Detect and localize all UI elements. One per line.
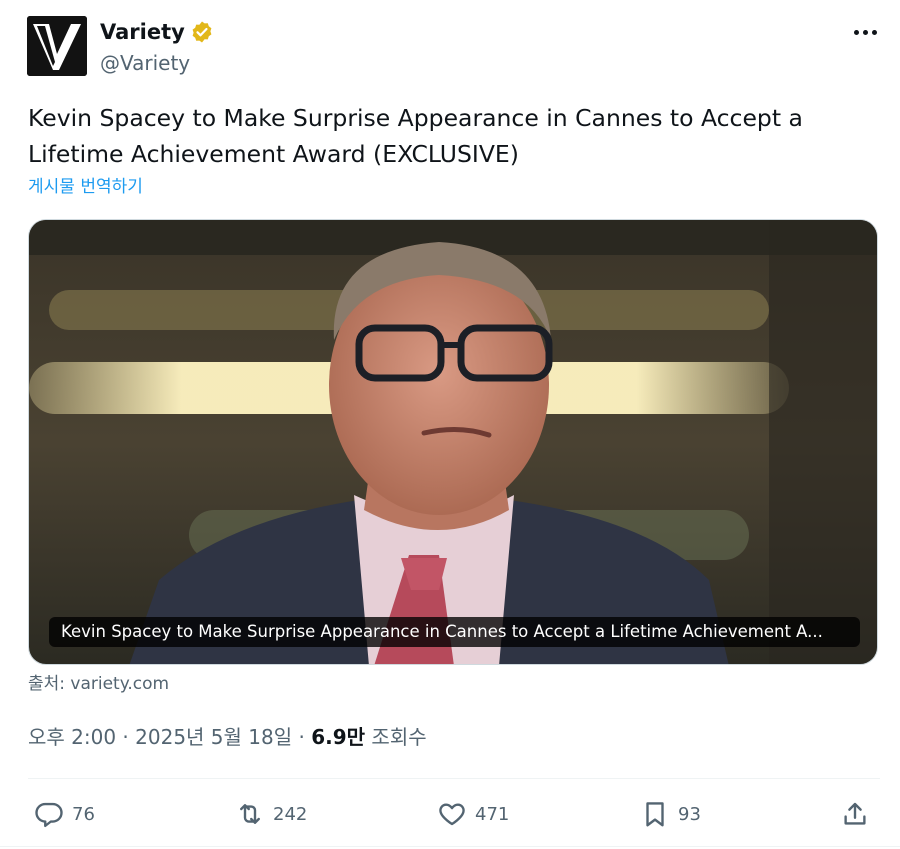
- tweet-card: Variety @Variety Kevin Spacey to Make Su…: [0, 0, 900, 849]
- verified-badge-icon: [190, 20, 214, 44]
- bookmark-button[interactable]: 93: [640, 797, 701, 831]
- post-time[interactable]: 오후 2:00: [28, 725, 116, 749]
- repost-count: 242: [273, 803, 308, 825]
- share-button[interactable]: [840, 797, 870, 831]
- more-dot-icon: [871, 29, 877, 35]
- divider: [28, 778, 880, 779]
- post-date[interactable]: 2025년 5월 18일: [135, 725, 292, 749]
- display-name[interactable]: Variety: [100, 18, 185, 46]
- meta-separator: ·: [292, 725, 312, 749]
- post-text: Kevin Spacey to Make Surprise Appearance…: [28, 104, 803, 168]
- link-source[interactable]: 출처: variety.com: [28, 672, 169, 696]
- variety-logo-icon: [27, 16, 87, 76]
- more-dot-icon: [862, 29, 868, 35]
- more-options-button[interactable]: [850, 20, 880, 44]
- link-card-caption: Kevin Spacey to Make Surprise Appearance…: [49, 617, 860, 647]
- views-count: 6.9만: [311, 725, 366, 749]
- more-dot-icon: [853, 29, 859, 35]
- news-photo: [29, 220, 877, 664]
- bottom-border: [0, 846, 900, 847]
- translate-post-link[interactable]: 게시물 번역하기: [28, 175, 143, 199]
- bookmark-icon: [646, 802, 664, 827]
- repost-icon: [240, 804, 260, 824]
- bookmark-count: 93: [678, 803, 701, 825]
- like-button[interactable]: 471: [437, 797, 509, 831]
- meta-separator: ·: [116, 725, 136, 749]
- heart-icon: [439, 803, 465, 826]
- handle[interactable]: @Variety: [100, 50, 190, 76]
- share-icon: [844, 802, 866, 825]
- reply-icon: [35, 802, 63, 828]
- name-row: Variety: [100, 18, 214, 46]
- like-count: 471: [475, 803, 510, 825]
- repost-button[interactable]: 242: [235, 797, 307, 831]
- link-card-image[interactable]: Kevin Spacey to Make Surprise Appearance…: [28, 219, 878, 665]
- avatar[interactable]: [27, 16, 87, 76]
- views-label: 조회수: [365, 725, 427, 749]
- post-meta: 오후 2:00 · 2025년 5월 18일 · 6.9만 조회수: [28, 722, 427, 752]
- reply-count: 76: [72, 803, 95, 825]
- reply-button[interactable]: 76: [34, 797, 95, 831]
